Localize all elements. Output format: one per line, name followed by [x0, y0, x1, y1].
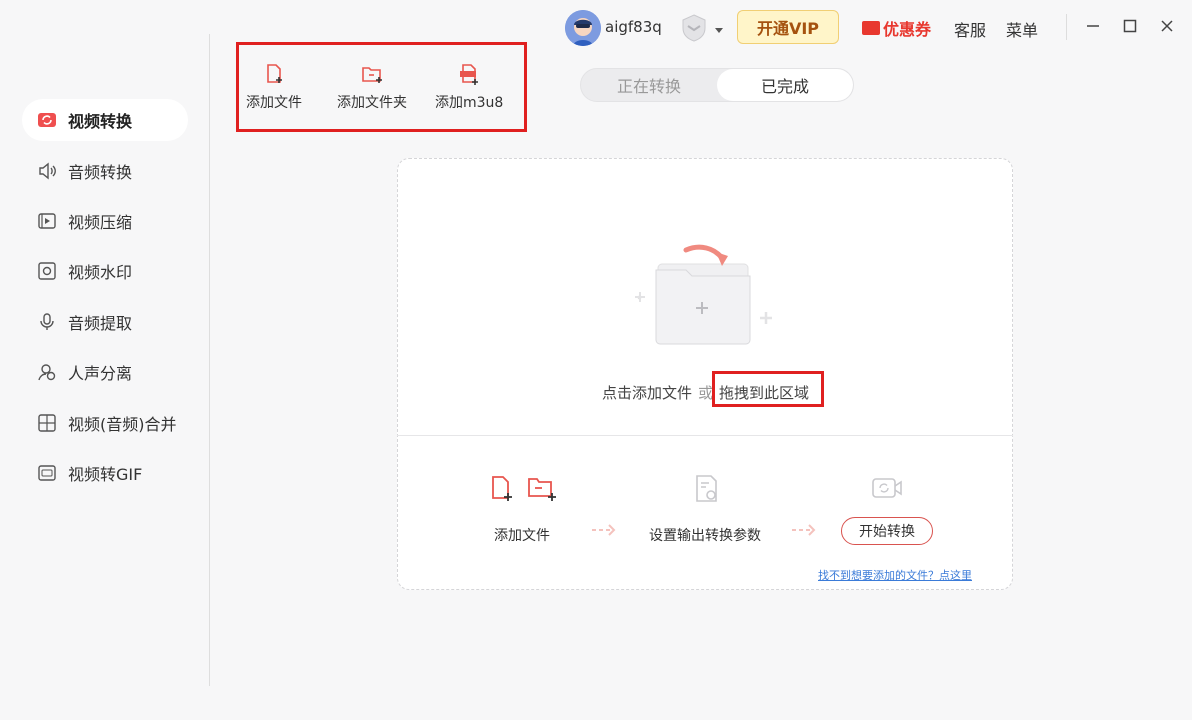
- sidebar-divider: [209, 34, 210, 686]
- add-file-folder-icon: [492, 476, 556, 501]
- add-m3u8-button[interactable]: 添加m3u8: [435, 62, 503, 112]
- tab-converting[interactable]: 正在转换: [581, 69, 717, 101]
- step-add-file: [488, 473, 560, 509]
- sidebar-item-label: 视频水印: [68, 263, 133, 282]
- drop-hint-or: 或: [698, 384, 714, 402]
- sidebar-item-label: 视频(音频)合并: [68, 415, 177, 434]
- drop-hint-click[interactable]: 点击添加文件: [602, 382, 692, 403]
- arrow-right-icon: [790, 522, 816, 536]
- settings-file-icon: [692, 474, 722, 508]
- drop-zone-divider: [397, 435, 1013, 436]
- window-controls-divider: [1066, 14, 1067, 40]
- vip-button[interactable]: 开通VIP: [737, 10, 839, 44]
- step-add-file-label: 添加文件: [494, 528, 550, 544]
- tab-completed[interactable]: 已完成: [717, 69, 853, 101]
- m3u8-file-icon: [457, 62, 481, 86]
- drag-hint-highlight-box: [712, 371, 824, 407]
- arrow-right-icon: [590, 522, 616, 536]
- sidebar-item-label: 视频转GIF: [68, 465, 143, 484]
- coupon-label: 优惠券: [883, 20, 932, 39]
- video-compress-icon: [36, 210, 58, 232]
- close-icon[interactable]: [1157, 16, 1177, 36]
- maximize-icon[interactable]: [1120, 16, 1140, 36]
- member-badge-icon[interactable]: [678, 12, 710, 44]
- add-folder-icon: [360, 62, 384, 86]
- audio-extract-icon: [36, 311, 58, 333]
- video-convert-icon: [36, 109, 58, 131]
- video-watermark-icon: [36, 260, 58, 282]
- top-bar: aigf83q 开通VIP 优惠券 客服 菜单: [0, 0, 1192, 56]
- app-window: 视频转换 音频转换 视频压缩 视频水印 音频提取 人声分离 视频(音频)合并 视…: [0, 0, 1192, 720]
- sidebar-item-video-watermark[interactable]: 视频水印: [22, 250, 188, 292]
- folder-upload-icon[interactable]: [630, 240, 780, 350]
- menu-link[interactable]: 菜单: [1006, 17, 1038, 41]
- sidebar: 视频转换 音频转换 视频压缩 视频水印 音频提取 人声分离 视频(音频)合并 视…: [0, 0, 210, 720]
- convert-camera-icon: [870, 476, 904, 504]
- status-tabs: 正在转换 已完成: [580, 68, 854, 102]
- chevron-down-icon[interactable]: [714, 20, 724, 33]
- start-convert-button[interactable]: 开始转换: [841, 517, 933, 545]
- sidebar-item-video-compress[interactable]: 视频压缩: [22, 200, 188, 242]
- sidebar-item-audio-extract[interactable]: 音频提取: [22, 301, 188, 343]
- coupon-icon: [862, 21, 880, 35]
- merge-icon: [36, 412, 58, 434]
- add-file-icon: [262, 62, 286, 86]
- sidebar-item-label: 人声分离: [68, 364, 133, 383]
- sidebar-item-video-convert[interactable]: 视频转换: [22, 99, 188, 141]
- add-file-label: 添加文件: [246, 95, 302, 111]
- avatar[interactable]: [565, 10, 601, 46]
- sidebar-item-label: 音频提取: [68, 314, 133, 333]
- sidebar-item-gif[interactable]: 视频转GIF: [22, 452, 188, 494]
- help-link[interactable]: 找不到想要添加的文件？点这里: [818, 567, 972, 583]
- vocal-separate-icon: [36, 361, 58, 383]
- sidebar-item-audio-convert[interactable]: 音频转换: [22, 150, 188, 192]
- add-file-button[interactable]: 添加文件: [246, 62, 302, 112]
- audio-convert-icon: [36, 160, 58, 182]
- minimize-icon[interactable]: [1083, 16, 1103, 36]
- gif-icon: [36, 462, 58, 484]
- username[interactable]: aigf83q: [605, 18, 662, 36]
- sidebar-item-label: 音频转换: [68, 163, 133, 182]
- sidebar-item-vocal-separate[interactable]: 人声分离: [22, 351, 188, 393]
- add-folder-label: 添加文件夹: [337, 95, 407, 111]
- sidebar-item-label: 视频压缩: [68, 213, 133, 232]
- coupon-button[interactable]: 优惠券: [862, 16, 931, 40]
- customer-service-link[interactable]: 客服: [954, 17, 986, 41]
- add-m3u8-label: 添加m3u8: [435, 95, 504, 111]
- step-settings-label: 设置输出转换参数: [649, 528, 761, 544]
- sidebar-item-label: 视频转换: [68, 112, 133, 131]
- sidebar-item-merge[interactable]: 视频(音频)合并: [22, 402, 188, 444]
- add-folder-button[interactable]: 添加文件夹: [337, 62, 407, 112]
